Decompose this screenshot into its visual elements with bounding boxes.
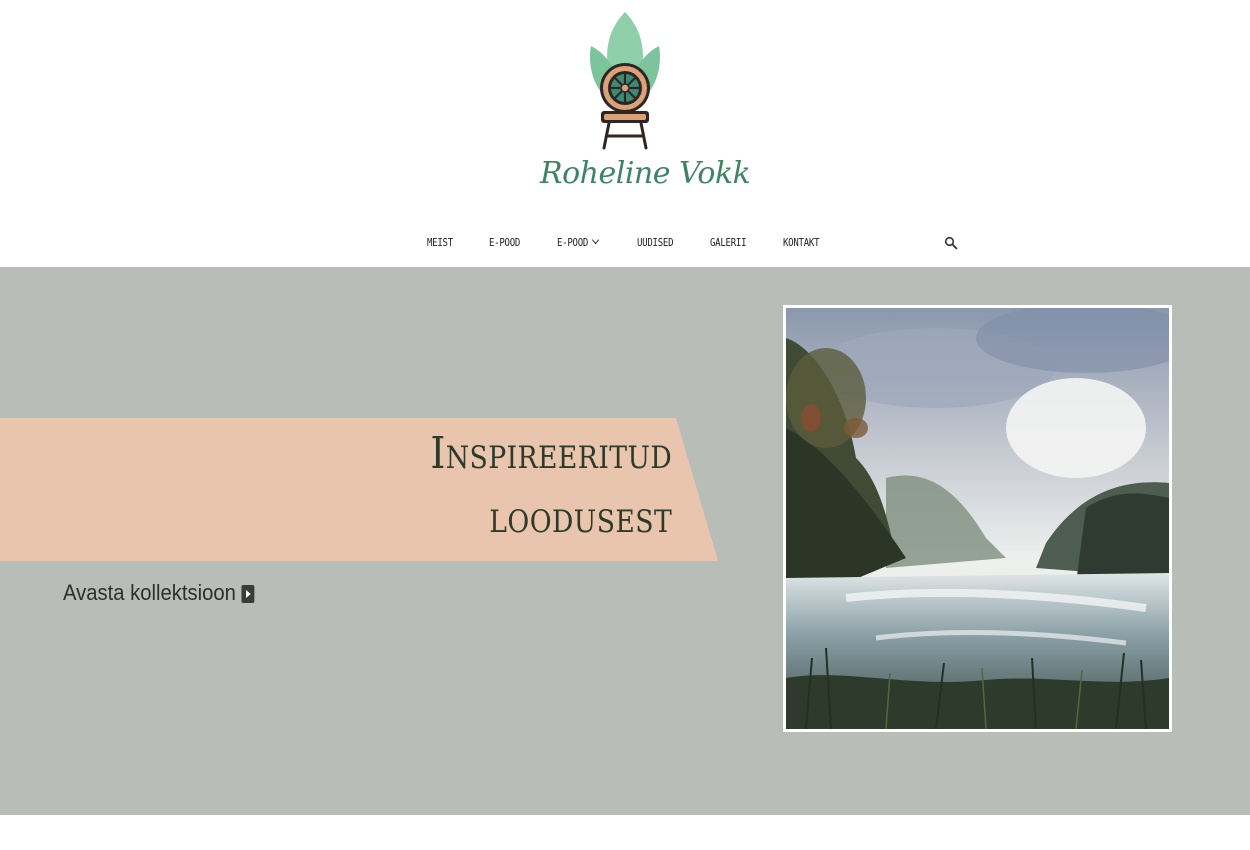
cta-label: Avasta kollektsioon [63, 580, 236, 605]
search-button[interactable] [944, 236, 958, 250]
nav-item-e-pood[interactable]: E-POOD [489, 236, 520, 249]
chevron-down-icon [592, 235, 599, 245]
play-square-icon [241, 585, 255, 603]
nav-item-kontakt[interactable]: KONTAKT [783, 236, 820, 249]
main-navigation: MEIST E-POOD E-POOD UUDISED GALERII KONT… [0, 230, 1250, 258]
nav-item-e-pood-dropdown[interactable]: E-POOD [557, 235, 599, 249]
explore-collection-link[interactable]: Avasta kollektsioon [63, 580, 255, 606]
site-logo[interactable]: Roheline Vokk [540, 6, 751, 201]
nav-item-galerii[interactable]: GALERII [710, 236, 747, 249]
hero-title-line-1: Inspireeritud [430, 428, 672, 479]
hero-title: Inspireeritud loodusest [430, 422, 672, 550]
spinning-wheel-logo-icon [590, 12, 660, 150]
page: Roheline Vokk MEIST E-POOD E-POOD UUDISE… [0, 0, 1250, 850]
hero-section: Inspireeritud loodusest Avasta kollektsi… [0, 267, 1250, 815]
watercolor-painting-image [783, 305, 1172, 732]
logo-text: Roheline Vokk [540, 156, 751, 191]
nav-item-e-pood-dropdown-label: E-POOD [557, 236, 589, 249]
landscape-painting [786, 308, 1169, 729]
nav-item-meist[interactable]: MEIST [427, 236, 453, 249]
hero-title-line-2: loodusest [489, 492, 672, 543]
hero-banner: Inspireeritud loodusest [0, 418, 718, 561]
search-icon [944, 236, 958, 250]
nav-item-uudised[interactable]: UUDISED [637, 236, 674, 249]
